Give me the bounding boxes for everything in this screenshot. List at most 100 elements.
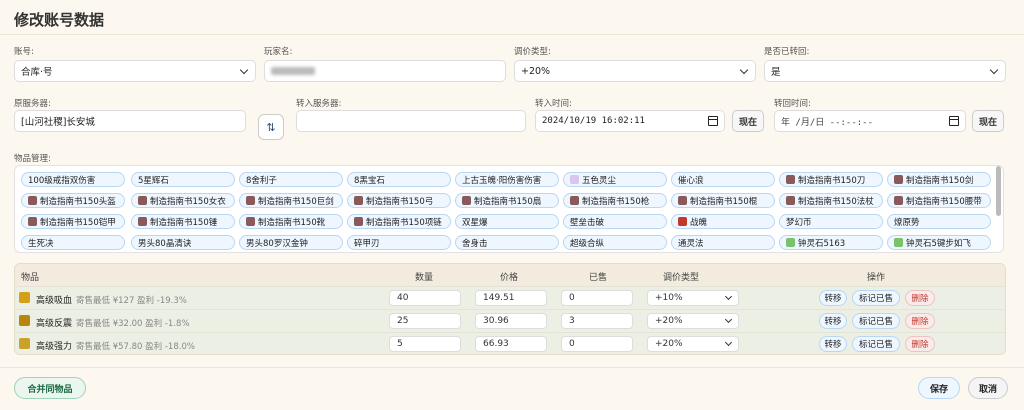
- item-icon: [786, 238, 795, 247]
- sold-input[interactable]: 0: [561, 290, 633, 306]
- price-input[interactable]: 66.93: [475, 336, 547, 352]
- adjust-value: +10%: [655, 293, 683, 303]
- transfer-time-input[interactable]: 2024/10/19 16:02:11: [535, 110, 725, 132]
- item-chip[interactable]: 通灵法: [671, 235, 775, 250]
- adjust-select[interactable]: +20%: [647, 336, 739, 352]
- delete-button[interactable]: 删除: [905, 290, 935, 306]
- item-chip[interactable]: 制造指南书150腰带: [887, 193, 991, 208]
- transfer-button[interactable]: 转移: [819, 336, 847, 352]
- item-chip[interactable]: 制造指南书150剑: [887, 172, 991, 187]
- mark-sold-button[interactable]: 标记已售: [852, 336, 900, 352]
- mark-sold-button[interactable]: 标记已售: [852, 313, 900, 329]
- item-chip-label: 壁垒击破: [570, 217, 605, 228]
- item-chip[interactable]: 制造指南书150扇: [455, 193, 559, 208]
- item-chip[interactable]: 制造指南书150头盔: [21, 193, 125, 208]
- item-chip[interactable]: 钟灵石5键步如飞: [887, 235, 991, 250]
- item-icon: [246, 217, 255, 226]
- transfer-button[interactable]: 转移: [819, 313, 847, 329]
- item-chip[interactable]: 五色灵尘: [563, 172, 667, 187]
- calendar-icon[interactable]: [708, 116, 718, 126]
- delete-button[interactable]: 删除: [905, 336, 935, 352]
- item-chip[interactable]: 男头80罗汉金钟: [239, 235, 343, 250]
- item-chip[interactable]: 男头80晶清诀: [131, 235, 235, 250]
- swap-servers-button[interactable]: ⇅: [258, 114, 284, 140]
- item-chip[interactable]: 壁垒击破: [563, 214, 667, 229]
- item-chip-label: 燎原势: [894, 217, 920, 228]
- item-chip[interactable]: 制造指南书150刀: [779, 172, 883, 187]
- item-name: 高级吸血 寄售最低 ¥127 盈利 -19.3%: [36, 293, 187, 306]
- item-chip[interactable]: 制造指南书150法杖: [779, 193, 883, 208]
- item-chip-label: 钟灵石5键步如飞: [906, 238, 971, 249]
- qty-input[interactable]: 40: [389, 290, 461, 306]
- merge-items-button[interactable]: 合并同物品: [14, 377, 86, 399]
- return-now-button[interactable]: 现在: [972, 110, 1004, 132]
- item-chip[interactable]: 碎甲刃: [347, 235, 451, 250]
- price-input[interactable]: 149.51: [475, 290, 547, 306]
- item-chip[interactable]: 钟灵石5163: [779, 235, 883, 250]
- item-name-text: 高级反震: [36, 319, 73, 329]
- target-server-input[interactable]: [296, 110, 526, 132]
- item-icon: [678, 196, 687, 205]
- qty-input[interactable]: 5: [389, 336, 461, 352]
- mark-sold-button[interactable]: 标记已售: [852, 290, 900, 306]
- item-chip[interactable]: 制造指南书150女衣: [131, 193, 235, 208]
- calendar-icon[interactable]: [949, 116, 959, 126]
- item-chip[interactable]: 8黑宝石: [347, 172, 451, 187]
- sold-input[interactable]: 3: [561, 313, 633, 329]
- item-chip[interactable]: 制造指南书150棍: [671, 193, 775, 208]
- col-item: 物品: [21, 273, 40, 283]
- return-time-input[interactable]: 年 /月/日 --:--:--: [774, 110, 966, 132]
- player-name-input[interactable]: [264, 60, 506, 82]
- item-name-text: 高级强力: [36, 342, 73, 352]
- item-chip-label: 100级戒指双伤害: [28, 175, 96, 186]
- item-icon: [354, 196, 363, 205]
- item-chip[interactable]: 制造指南书150靴: [239, 214, 343, 229]
- sold-input[interactable]: 0: [561, 336, 633, 352]
- save-button[interactable]: 保存: [918, 377, 960, 399]
- item-chip-label: 制造指南书150刀: [798, 175, 866, 186]
- price-type-select[interactable]: +20%: [514, 60, 756, 82]
- item-chip[interactable]: 制造指南书150锤: [131, 214, 235, 229]
- item-chip[interactable]: 8舍利子: [239, 172, 343, 187]
- item-chip[interactable]: 双星爆: [455, 214, 559, 229]
- item-chip[interactable]: 上古玉魄·阳伤害伤害: [455, 172, 559, 187]
- item-chip[interactable]: 5星辉石: [131, 172, 235, 187]
- item-chip-label: 男头80晶清诀: [138, 238, 192, 249]
- delete-button[interactable]: 删除: [905, 313, 935, 329]
- chip-list-scrollbar[interactable]: [996, 166, 1001, 216]
- adjust-select[interactable]: +20%: [647, 313, 739, 329]
- item-chip-label: 制造指南书150扇: [474, 196, 542, 207]
- item-chip-label: 制造指南书150枪: [582, 196, 650, 207]
- item-chip[interactable]: 战魄: [671, 214, 775, 229]
- item-chip[interactable]: 催心浪: [671, 172, 775, 187]
- price-input[interactable]: 30.96: [475, 313, 547, 329]
- account-select[interactable]: 合库·号: [14, 60, 256, 82]
- item-chip[interactable]: 制造指南书150铠甲: [21, 214, 125, 229]
- item-chip[interactable]: 制造指南书150枪: [563, 193, 667, 208]
- transfer-now-button[interactable]: 现在: [732, 110, 764, 132]
- item-chip[interactable]: 超级合纵: [563, 235, 667, 250]
- account-label: 账号:: [14, 47, 34, 57]
- orig-server-input[interactable]: [山河社稷]长安城: [14, 110, 246, 132]
- qty-input[interactable]: 25: [389, 313, 461, 329]
- item-chip-list[interactable]: 100级戒指双伤害 5星辉石 8舍利子 8黑宝石 上古玉魄·阳伤害伤害 五色灵尘 催心浪 制造…: [14, 165, 1004, 253]
- item-chip-label: 钟灵石5163: [798, 238, 846, 249]
- transfer-button[interactable]: 转移: [819, 290, 847, 306]
- item-chip[interactable]: 制造指南书150项链: [347, 214, 451, 229]
- qty-value: 25: [397, 316, 409, 326]
- cancel-button[interactable]: 取消: [968, 377, 1008, 399]
- rebacked-value: 是: [771, 67, 781, 78]
- item-chip[interactable]: 燎原势: [887, 214, 991, 229]
- item-icon: [894, 175, 903, 184]
- item-chip[interactable]: 生死决: [21, 235, 125, 250]
- return-time-label: 转回时间:: [774, 99, 811, 109]
- item-chip[interactable]: 100级戒指双伤害: [21, 172, 125, 187]
- adjust-select[interactable]: +10%: [647, 290, 739, 306]
- item-chip[interactable]: 制造指南书150巨剑: [239, 193, 343, 208]
- qty-value: 40: [397, 293, 409, 303]
- item-chip[interactable]: 梦幻币: [779, 214, 883, 229]
- item-chip[interactable]: 舍身击: [455, 235, 559, 250]
- item-chip-label: 超级合纵: [570, 238, 605, 249]
- item-chip[interactable]: 制造指南书150弓: [347, 193, 451, 208]
- rebacked-select[interactable]: 是: [764, 60, 1006, 82]
